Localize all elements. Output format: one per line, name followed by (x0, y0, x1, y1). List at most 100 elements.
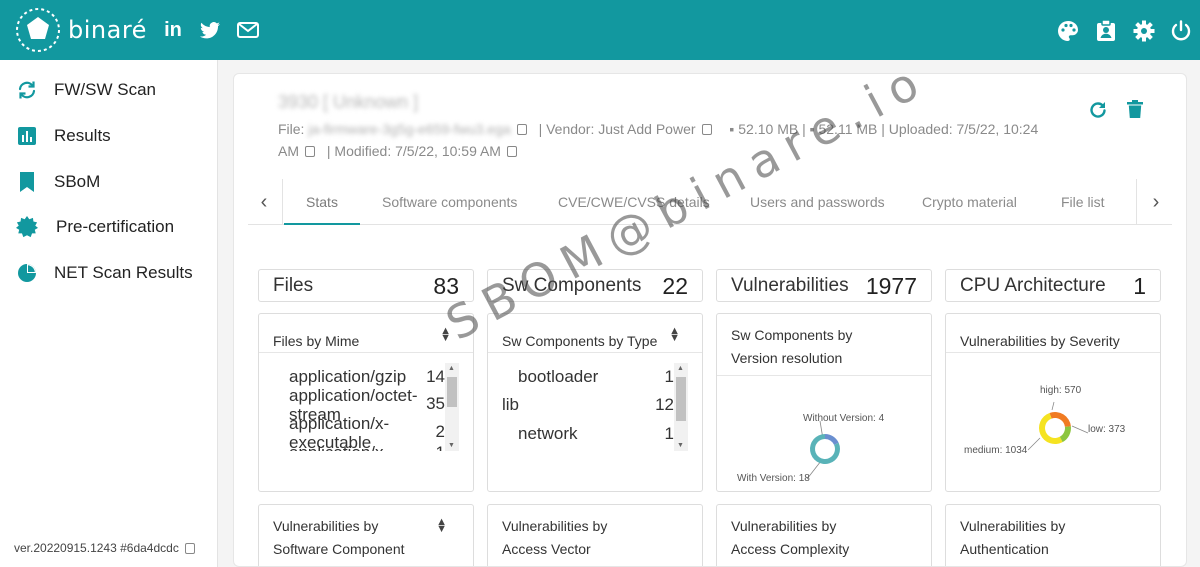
sidebar-item-results[interactable]: Results (0, 116, 218, 156)
panel-vulnerabilities-by-authentication: Vulnerabilities by Authentication (945, 504, 1161, 566)
binare-logo-icon (16, 8, 60, 52)
uploaded-text: | Uploaded: 7/5/22, 10:24 (881, 121, 1039, 137)
stat-value: 22 (662, 273, 688, 299)
chart-label-high: high: 570 (1040, 385, 1082, 396)
tab-users-passwords[interactable]: Users and passwords (750, 179, 885, 225)
donut-slice-high[interactable] (1049, 412, 1071, 427)
certificate-icon (16, 216, 38, 238)
panel-vulnerabilities-by-access-complexity: Vulnerabilities by Access Complexity (716, 504, 932, 566)
gear-icon[interactable] (1131, 18, 1157, 44)
bookmark-icon (16, 171, 38, 193)
file-metadata: File: ja-firmware-3g5g-e659-fwu3.ega | V… (278, 121, 1039, 159)
tab-file-list[interactable]: File list (1061, 179, 1105, 225)
copy-icon[interactable] (305, 146, 315, 157)
copy-icon[interactable] (184, 542, 195, 554)
linkedin-icon[interactable]: in (160, 18, 186, 42)
sync-icon (16, 79, 38, 101)
tabs-next-button[interactable]: › (1144, 189, 1168, 215)
delete-icon[interactable] (1127, 100, 1143, 123)
modified-text: | Modified: 7/5/22, 10:59 AM (326, 143, 501, 159)
tab-cve-cwe-cvss[interactable]: CVE/CWE/CVSS details (558, 179, 710, 225)
stat-label: Files (273, 275, 314, 296)
sidebar-item-label: NET Scan Results (54, 263, 193, 282)
pie-chart-icon (16, 262, 38, 284)
sidebar-item-label: SBoM (54, 172, 101, 191)
file-size-icon: ▪ (729, 121, 735, 137)
stat-label: Sw Components (502, 275, 642, 296)
chart-label-with-version: With Version: 18 (737, 473, 810, 484)
panel-sw-components-by-type: Sw Components by Type ▲ ▼ bootloader 1 lib… (487, 313, 703, 492)
file-title: 3930 [ Unknown ] (278, 92, 419, 112)
panel-title: Files by Mime (273, 333, 360, 349)
stat-label: CPU Architecture (960, 275, 1106, 296)
sidebar-item-label: FW/SW Scan (54, 80, 157, 99)
chart-label-low: low: 373 (1088, 424, 1126, 435)
donut-slice-low[interactable] (1059, 426, 1071, 443)
sort-icon[interactable]: ▲ ▼ (669, 326, 680, 344)
panel-title: Vulnerabilities by Access Complexity (731, 518, 850, 557)
panel-title: Vulnerabilities by Authentication (960, 518, 1066, 557)
stat-value: 83 (433, 273, 459, 299)
version-text: ver.20220915.1243 #6da4dcdc (14, 541, 179, 555)
copy-icon[interactable] (506, 146, 517, 157)
type-list[interactable]: bootloader1 lib12 network1 1 ▲ ▼ (502, 363, 688, 451)
donut-slice-without-version[interactable] (825, 434, 839, 445)
tab-divider (282, 179, 283, 225)
file-size: 52.10 MB (738, 121, 799, 137)
tab-divider (1136, 179, 1137, 225)
stat-value: 1 (1133, 273, 1146, 299)
panel-title: Vulnerabilities by Software Component (273, 518, 405, 557)
sidebar-item-fw-sw-scan[interactable]: FW/SW Scan (0, 70, 218, 110)
tab-bar: ‹ Stats Software components CVE/CWE/CVSS… (248, 179, 1172, 225)
mime-list[interactable]: application/gzip 14 application/octet-str… (273, 363, 459, 451)
version-info: ver.20220915.1243 #6da4dcdc (14, 541, 195, 555)
stat-label: Vulnerabilities (731, 275, 849, 296)
panel-files-by-mime: Files by Mime ▲ ▼ application/gzip 14 appl… (258, 313, 474, 492)
power-icon[interactable] (1168, 18, 1194, 44)
sidebar-item-pre-certification[interactable]: Pre-certification (0, 207, 218, 247)
panel-divider (259, 352, 473, 353)
sort-icon[interactable]: ▲ ▼ (440, 326, 451, 344)
severity-donut-chart[interactable] (946, 353, 1161, 492)
file-details-card: 3930 [ Unknown ] File: ja-firmware-3g5g-… (233, 73, 1187, 567)
vendor-text: | Vendor: Just Add Power (538, 121, 696, 137)
panel-divider (488, 352, 702, 353)
scroll-thumb[interactable] (447, 377, 457, 407)
file-label: File: (278, 121, 305, 137)
brand-name: binaré (68, 16, 147, 44)
sidebar-item-label: Results (54, 126, 111, 145)
brand-logo[interactable]: binaré (14, 6, 147, 54)
sort-icon[interactable]: ▲ ▼ (436, 517, 447, 535)
uploaded-text-cont: AM (278, 143, 299, 159)
scroll-thumb[interactable] (676, 377, 686, 421)
refresh-icon[interactable] (1088, 100, 1108, 125)
sidebar: FW/SW Scan Results SBoM Pre-certificatio… (0, 60, 218, 567)
sidebar-item-net-scan-results[interactable]: NET Scan Results (0, 253, 218, 293)
panel-title: Vulnerabilities by Severity (960, 333, 1120, 349)
file-name: ja-firmware-3g5g-e659-fwu3.ega (308, 121, 511, 137)
stat-sw-components: Sw Components 22 (487, 269, 703, 302)
tab-crypto-material[interactable]: Crypto material (922, 179, 1017, 225)
top-bar: binaré in (0, 0, 1200, 60)
sidebar-item-sbom[interactable]: SBoM (0, 162, 218, 202)
panel-title: Vulnerabilities by Access Vector (502, 518, 608, 557)
copy-icon[interactable] (701, 124, 712, 135)
panel-title: Sw Components by Type (502, 333, 658, 349)
palette-icon[interactable] (1055, 18, 1081, 44)
bar-chart-icon (16, 125, 38, 147)
tab-software-components[interactable]: Software components (382, 179, 517, 225)
panel-sw-components-by-version: Sw Components by Version resolution With… (716, 313, 932, 492)
unpacked-size: 52.11 MB (818, 121, 878, 137)
tab-stats[interactable]: Stats (284, 179, 360, 225)
copy-icon[interactable] (516, 124, 527, 135)
clipboard-user-icon[interactable] (1093, 18, 1119, 44)
package-icon: ▪ (809, 121, 815, 137)
scrollbar[interactable]: ▲ ▼ (674, 363, 688, 451)
panel-vulnerabilities-by-severity: Vulnerabilities by Severity high: 570 lo… (945, 313, 1161, 492)
scrollbar[interactable]: ▲ ▼ (445, 363, 459, 451)
stat-value: 1977 (865, 273, 917, 299)
mail-icon[interactable] (235, 18, 261, 42)
tabs-prev-button[interactable]: ‹ (252, 189, 276, 215)
twitter-icon[interactable] (197, 18, 223, 42)
panel-vulnerabilities-by-software-component: Vulnerabilities by Software Component ▲ ▼ (258, 504, 474, 566)
